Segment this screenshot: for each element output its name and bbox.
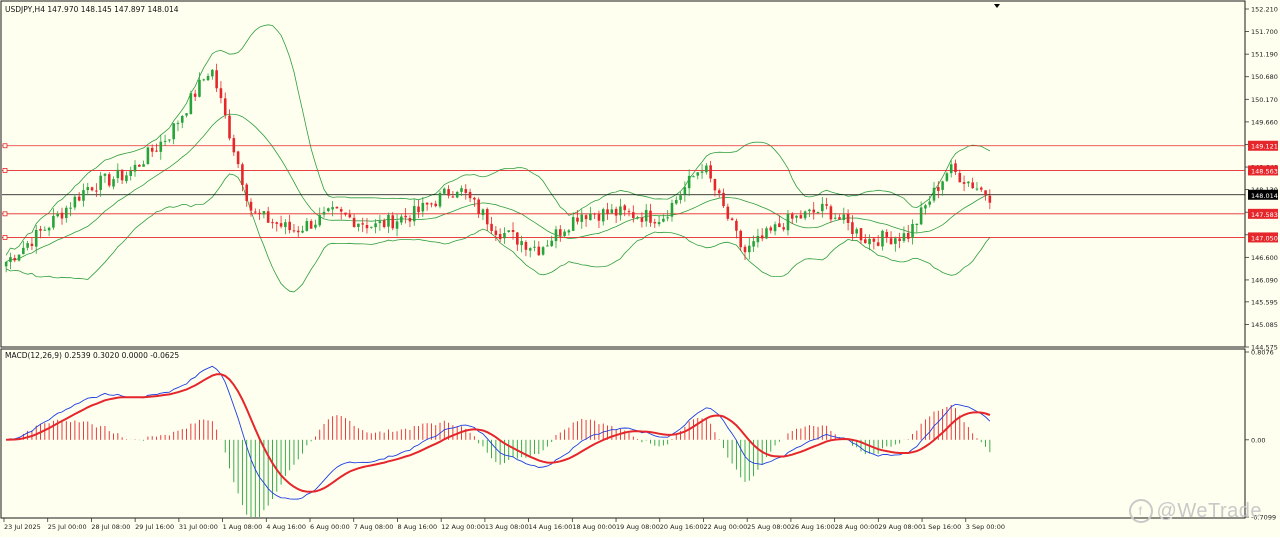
price-tick-label: 152.210 xyxy=(1251,6,1278,14)
time-tick-label: 4 Aug 16:00 xyxy=(266,523,306,531)
level-handle-icon[interactable] xyxy=(2,168,8,173)
candle xyxy=(17,254,21,262)
candle xyxy=(541,245,545,256)
price-tick-label: 150.170 xyxy=(1251,96,1278,104)
time-tick-label: 1 Sep 16:00 xyxy=(922,523,961,531)
time-tick-label: 14 Aug 16:00 xyxy=(529,523,573,531)
level-price-label: 148.563 xyxy=(1251,167,1278,175)
level-price-label: 147.050 xyxy=(1251,234,1278,242)
watermark: f @WeTrade xyxy=(1128,499,1262,523)
time-tick-label: 7 Aug 08:00 xyxy=(354,523,394,531)
trading-chart-window[interactable]: USDJPY,H4 147.970 148.145 147.897 148.01… xyxy=(0,0,1280,537)
time-tick-label: 25 Aug 08:00 xyxy=(747,523,791,531)
time-tick-label: 31 Jul 00:00 xyxy=(179,523,218,531)
time-tick-label: 28 Aug 00:00 xyxy=(835,523,879,531)
time-tick-label: 3 Sep 00:00 xyxy=(966,523,1005,531)
candle xyxy=(438,191,442,209)
level-price-label: 149.121 xyxy=(1251,143,1278,151)
wetrade-logo-icon: f xyxy=(1128,499,1153,523)
chart-header: USDJPY,H4 147.970 148.145 147.897 148.01… xyxy=(5,5,179,14)
price-tick-label: 151.190 xyxy=(1251,51,1278,59)
time-tick-label: 6 Aug 00:00 xyxy=(310,523,350,531)
time-tick-label: 28 Jul 08:00 xyxy=(91,523,130,531)
level-handle-icon[interactable] xyxy=(2,143,8,149)
time-tick-label: 13 Aug 08:00 xyxy=(485,523,529,531)
candle xyxy=(765,226,768,240)
level-handle-icon[interactable] xyxy=(2,211,8,217)
price-tick-label: 149.660 xyxy=(1251,118,1278,126)
price-tick-label: 146.090 xyxy=(1251,276,1278,284)
time-tick-label: 29 Aug 08:00 xyxy=(878,523,922,531)
chart-canvas[interactable]: USDJPY,H4 147.970 148.145 147.897 148.01… xyxy=(0,0,1280,537)
current-price-label: 148.014 xyxy=(1251,192,1278,200)
macd-tick-label: 0.8076 xyxy=(1251,349,1274,357)
time-tick-label: 25 Jul 00:00 xyxy=(48,523,87,531)
time-tick-label: 19 Aug 08:00 xyxy=(616,523,660,531)
price-tick-label: 146.600 xyxy=(1251,254,1278,262)
time-tick-label: 26 Aug 16:00 xyxy=(791,523,835,531)
time-tick-label: 29 Jul 16:00 xyxy=(135,523,174,531)
time-tick-label: 1 Aug 08:00 xyxy=(223,523,263,531)
macd-header: MACD(12,26,9) 0.2539 0.3020 0.0000 -0.06… xyxy=(5,351,179,360)
time-tick-label: 18 Aug 00:00 xyxy=(572,523,616,531)
price-tick-label: 151.700 xyxy=(1251,28,1278,36)
level-handle-icon[interactable] xyxy=(2,235,8,240)
candle xyxy=(146,146,150,165)
time-tick-label: 22 Aug 00:00 xyxy=(703,523,747,531)
macd-tick-label: 0.00 xyxy=(1251,436,1265,444)
candle xyxy=(335,206,339,209)
time-tick-label: 8 Aug 16:00 xyxy=(397,523,437,531)
price-tick-label: 150.680 xyxy=(1251,73,1278,81)
candle xyxy=(107,172,111,188)
time-tick-label: 23 Jul 2025 xyxy=(4,523,41,531)
price-tick-label: 145.085 xyxy=(1251,321,1278,329)
time-tick-label: 20 Aug 16:00 xyxy=(660,523,704,531)
candle xyxy=(189,90,193,115)
time-tick-label: 12 Aug 00:00 xyxy=(441,523,485,531)
level-price-label: 147.583 xyxy=(1251,211,1278,219)
price-tick-label: 145.595 xyxy=(1251,298,1278,306)
